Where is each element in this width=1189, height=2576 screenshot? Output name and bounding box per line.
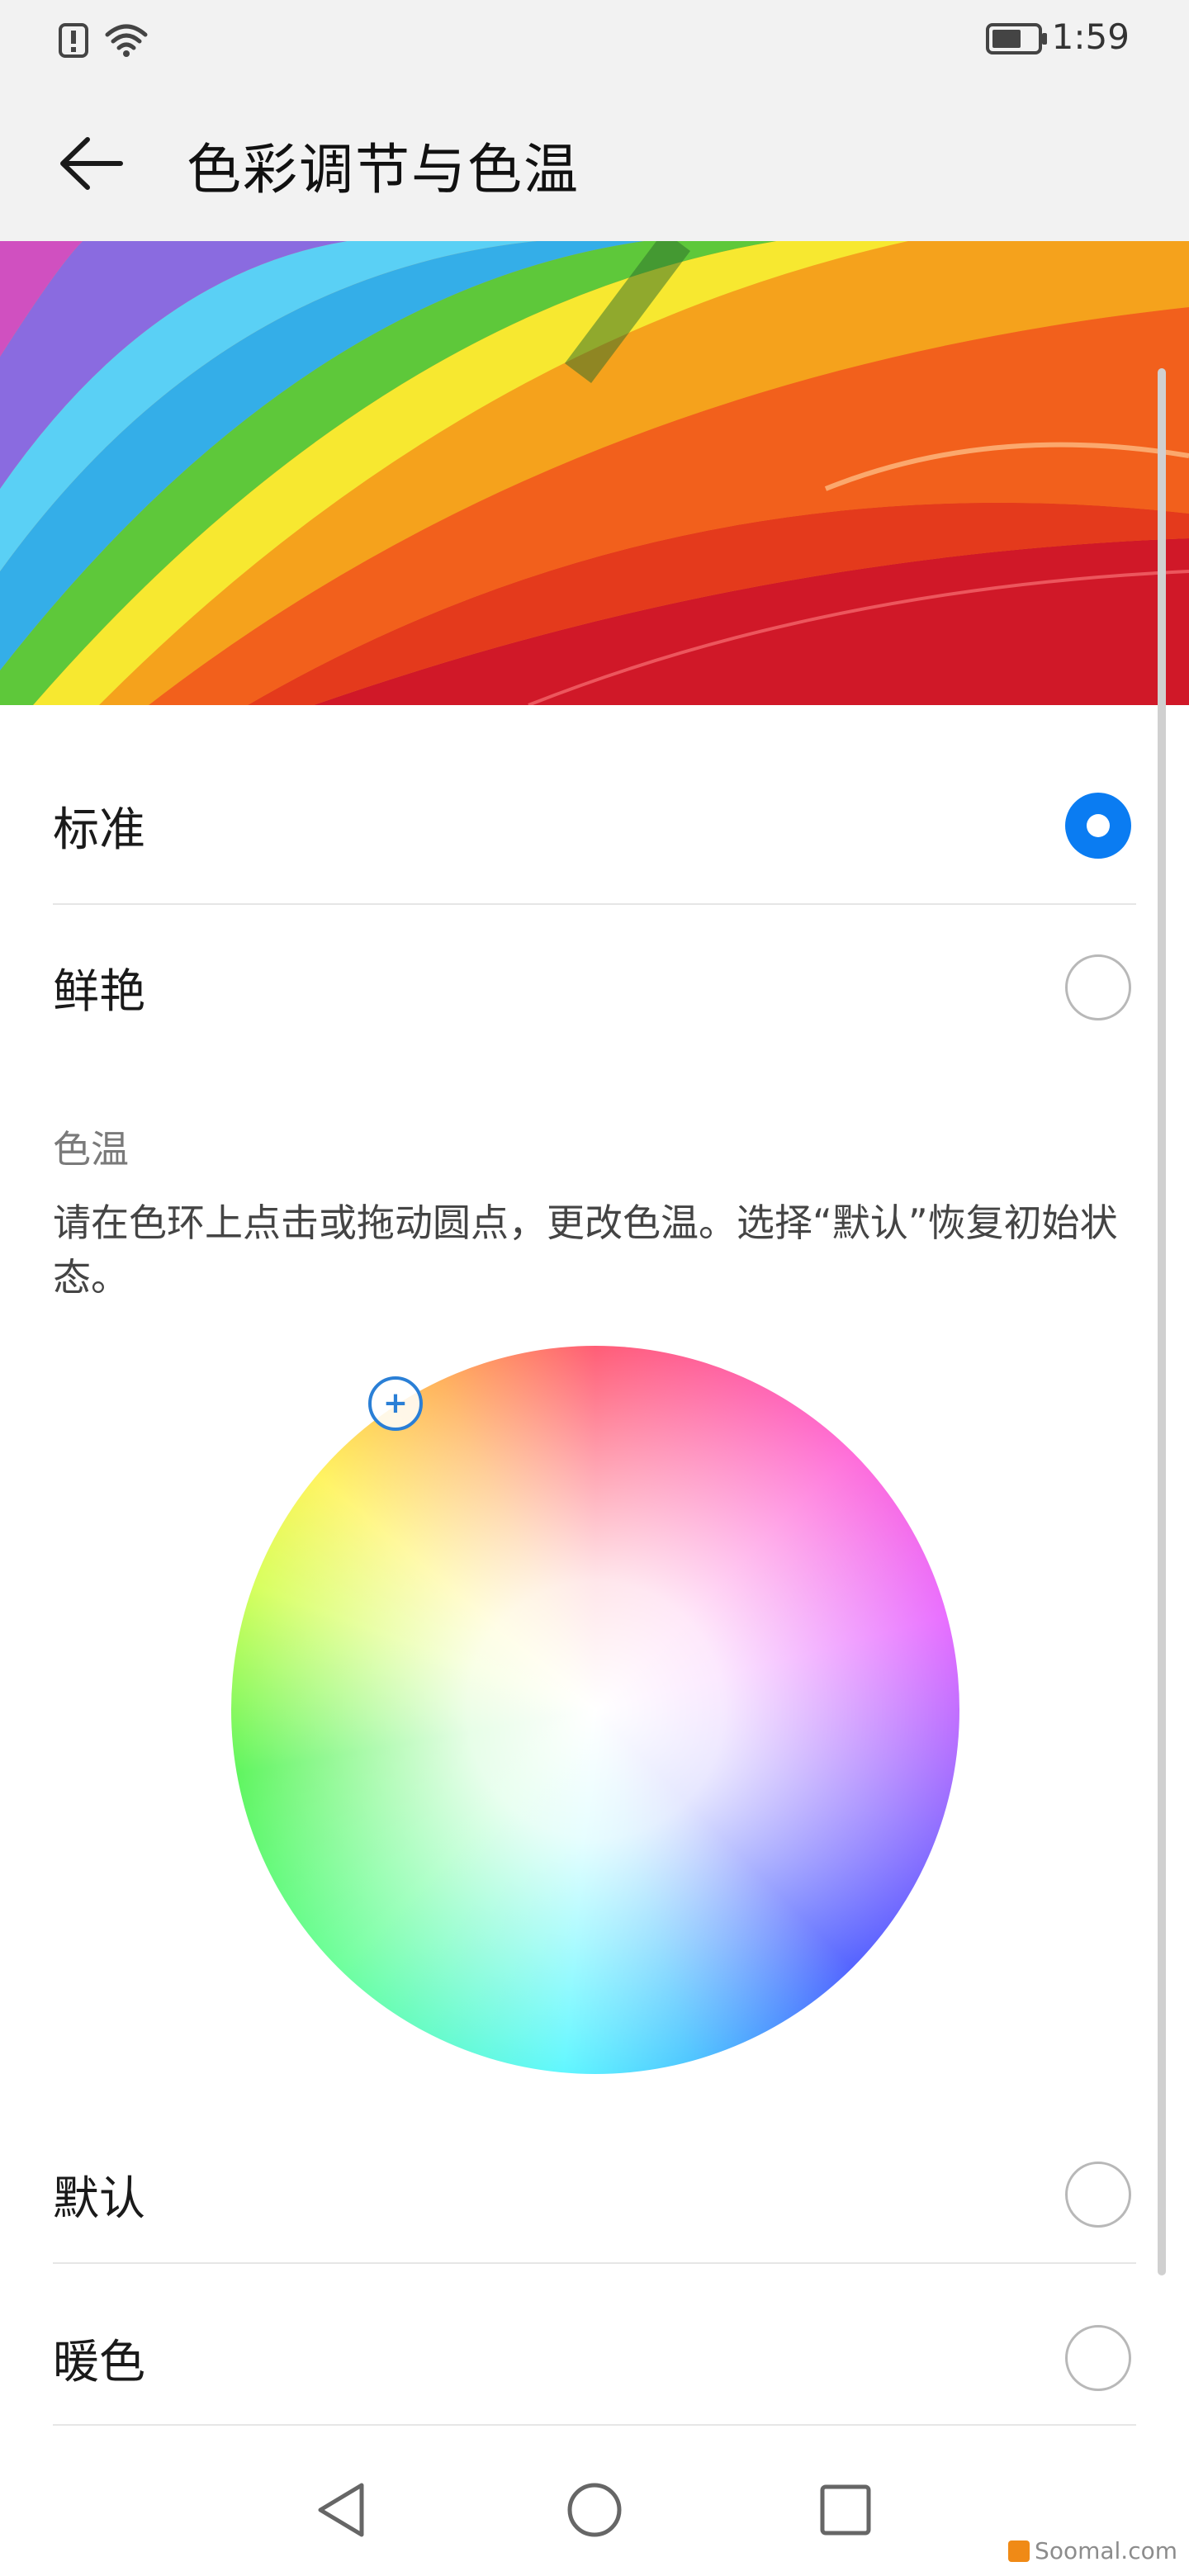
watermark: Soomal.com bbox=[1008, 2537, 1177, 2564]
triangle-back-icon bbox=[310, 2483, 377, 2546]
nav-recents-button[interactable] bbox=[812, 2477, 879, 2543]
soomal-logo-icon bbox=[1008, 2540, 1030, 2562]
option-label: 暖色 bbox=[53, 2336, 145, 2389]
scrollbar[interactable] bbox=[1158, 368, 1166, 2275]
option-label: 标准 bbox=[53, 803, 145, 857]
back-button[interactable] bbox=[50, 124, 132, 206]
radio-default[interactable] bbox=[1065, 2162, 1131, 2228]
circle-home-icon bbox=[561, 2483, 628, 2546]
watermark-text: Soomal.com bbox=[1035, 2537, 1177, 2564]
color-temp-description: 请在色环上点击或拖动圆点，更改色温。选择“默认”恢复初始状态。 bbox=[53, 1200, 1118, 1300]
nav-back-button[interactable] bbox=[310, 2477, 377, 2543]
top-bar: 1:59 色彩调节与色温 bbox=[0, 0, 1189, 241]
option-vivid[interactable]: 鲜艳 bbox=[53, 907, 1136, 1068]
nav-home-button[interactable] bbox=[561, 2477, 628, 2543]
option-standard[interactable]: 标准 bbox=[53, 745, 1136, 907]
option-label: 默认 bbox=[53, 2172, 145, 2226]
page-title: 色彩调节与色温 bbox=[187, 138, 580, 201]
divider bbox=[53, 2262, 1136, 2264]
wifi-icon bbox=[104, 21, 149, 63]
option-default[interactable]: 默认 bbox=[53, 2114, 1136, 2275]
divider bbox=[53, 2424, 1136, 2426]
screen: 1:59 色彩调节与色温 标准 鲜艳 色温 请在色环上点击或拖动圆点，更改色温。… bbox=[0, 0, 1189, 2576]
square-recents-icon bbox=[812, 2484, 879, 2546]
battery-icon bbox=[985, 22, 1047, 54]
radio-standard[interactable] bbox=[1065, 793, 1131, 859]
radio-vivid[interactable] bbox=[1065, 954, 1131, 1020]
option-warm[interactable]: 暖色 bbox=[53, 2277, 1136, 2439]
section-title-color-temp: 色温 bbox=[53, 1127, 129, 1172]
color-wheel-handle[interactable]: + bbox=[368, 1376, 423, 1431]
status-bar: 1:59 bbox=[0, 0, 1189, 83]
option-label: 鲜艳 bbox=[53, 965, 145, 1019]
alert-icon bbox=[58, 22, 89, 62]
radio-warm[interactable] bbox=[1065, 2325, 1131, 2391]
preview-image bbox=[0, 241, 1189, 705]
divider bbox=[53, 903, 1136, 905]
app-header: 色彩调节与色温 bbox=[0, 83, 1189, 241]
arrow-left-icon bbox=[58, 135, 124, 196]
status-time: 1:59 bbox=[1051, 17, 1130, 57]
color-wheel[interactable] bbox=[231, 1346, 959, 2074]
